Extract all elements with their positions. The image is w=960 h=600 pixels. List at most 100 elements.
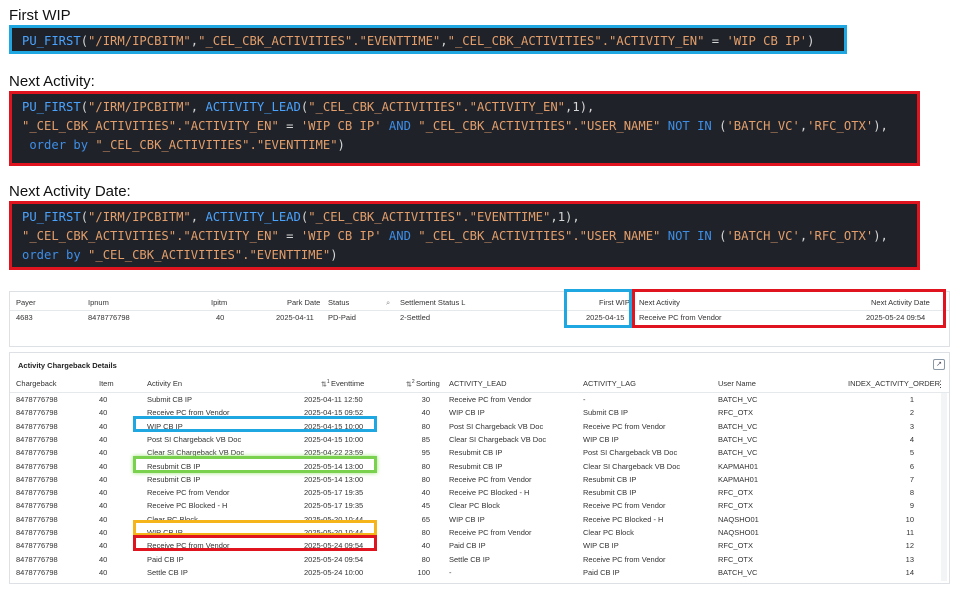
code-token: ), <box>873 119 888 133</box>
table-row[interactable]: 8478776798 40 Receive PC from Vendor 2025-0… <box>10 487 940 500</box>
table-cell: Receive PC Blocked - H <box>147 501 228 511</box>
col-next-activity-date[interactable]: Next Activity Date <box>871 298 930 307</box>
table-cell: Settle CB IP <box>147 567 188 577</box>
table-row[interactable]: 8478776798 40 Receive PC from Vendor 2025-0… <box>10 540 940 553</box>
table-row[interactable]: 8478776798 40 Receive PC from Vendor 2025-0… <box>10 407 940 420</box>
table-cell: 95 <box>421 448 430 458</box>
table-row[interactable]: 8478776798 40 Submit CB IP 2025-04-11 12:50… <box>10 394 940 407</box>
table-cell: KAPMAH01 <box>718 461 759 471</box>
code-token: "_CEL_CBK_ACTIVITIES"."ACTIVITY_EN" <box>447 34 705 48</box>
col-status[interactable]: Status <box>328 298 349 307</box>
cell-next-activity: Receive PC from Vendor <box>639 313 722 322</box>
table-row[interactable]: 8478776798 40 Resubmit CB IP 2025-05-14 13:… <box>10 474 940 487</box>
table-row[interactable]: 8478776798 40 Receive PC Blocked - H 2025-0… <box>10 500 940 513</box>
table-cell: Resubmit CB IP <box>583 474 637 484</box>
sort-icon[interactable]: ⇅2 <box>406 379 415 389</box>
expand-icon[interactable]: ↗ <box>933 359 945 370</box>
table-row[interactable]: 8478776798 40 Post SI Chargeback VB Doc 202… <box>10 434 940 447</box>
table-cell: NAQSHO01 <box>718 528 759 537</box>
search-icon[interactable]: ⌕ <box>386 298 390 308</box>
table-cell: Receive PC from Vendor <box>449 395 532 404</box>
table-cell: WIP CB IP <box>449 514 485 524</box>
table-cell: 45 <box>421 501 430 511</box>
code-token: 'RFC_OTX' <box>807 229 874 243</box>
col-activity-en[interactable]: Activity En <box>147 379 182 388</box>
table-row[interactable]: 8478776798 40 Settle CB IP 2025-05-24 10:00… <box>10 567 940 580</box>
table-cell: BATCH_VC <box>718 395 758 404</box>
table-cell: Clear SI Chargeback VB Doc <box>449 434 547 444</box>
code-first-wip: PU_FIRST("/IRM/IPCBITM","_CEL_CBK_ACTIVI… <box>9 25 847 54</box>
col-chargeback[interactable]: Chargeback <box>16 379 56 388</box>
table-cell: 40 <box>99 554 108 564</box>
cell-ipitm: 40 <box>216 313 225 322</box>
col-park-date[interactable]: Park Date <box>287 298 320 307</box>
table-cell: WIP CB IP <box>147 421 183 431</box>
col-ipitm[interactable]: Ipitm <box>211 298 227 307</box>
table-cell: Resubmit CB IP <box>147 461 201 471</box>
code-line: "_CEL_CBK_ACTIVITIES"."ACTIVITY_EN" = 'W… <box>22 117 907 136</box>
table-cell: 10 <box>905 514 914 524</box>
more-options-icon[interactable]: ⋮ <box>936 379 945 390</box>
table-cell: 2 <box>909 408 914 418</box>
table-cell: Paid CB IP <box>583 567 620 577</box>
table-cell: 14 <box>905 567 914 577</box>
code-token: , <box>190 210 206 224</box>
col-next-activity[interactable]: Next Activity <box>639 298 680 307</box>
col-first-wip[interactable]: First WIP <box>599 298 630 307</box>
col-index-activity-order[interactable]: INDEX_ACTIVITY_ORDER <box>848 379 940 388</box>
col-item[interactable]: Item <box>99 379 114 388</box>
col-eventtime[interactable]: Eventtime <box>331 379 364 388</box>
code-token: ACTIVITY_LEAD <box>205 210 301 224</box>
code-token: ( <box>711 229 727 243</box>
code-token: 'RFC_OTX' <box>807 119 874 133</box>
table-cell: RFC_OTX <box>718 408 754 418</box>
table-cell: 2025-04-15 10:00 <box>304 434 364 444</box>
code-token: , <box>440 34 448 48</box>
table-cell: 40 <box>99 421 108 431</box>
col-sorting[interactable]: Sorting <box>416 379 440 388</box>
table-cell: 3 <box>909 421 914 431</box>
scrollbar[interactable] <box>941 393 947 581</box>
table-row[interactable]: 8478776798 40 WIP CB IP 2025-05-20 10:44 80 R… <box>10 527 940 540</box>
table-cell: 80 <box>421 528 430 537</box>
table-cell: Post SI Chargeback VB Doc <box>449 421 544 431</box>
table-cell: BATCH_VC <box>718 448 758 458</box>
col-activity-lead[interactable]: ACTIVITY_LEAD <box>449 379 507 388</box>
table-cell: 8478776798 <box>16 488 58 498</box>
col-activity-lag[interactable]: ACTIVITY_LAG <box>583 379 636 388</box>
divider <box>10 392 949 393</box>
sort-icon[interactable]: ⇅1 <box>321 379 330 389</box>
table-cell: RFC_OTX <box>718 554 754 564</box>
code-token: 1 <box>572 100 580 114</box>
code-line: order by "_CEL_CBK_ACTIVITIES"."EVENTTIM… <box>22 246 907 265</box>
col-payer[interactable]: Payer <box>16 298 36 307</box>
code-token: "_CEL_CBK_ACTIVITIES"."USER_NAME" <box>418 119 661 133</box>
table-cell: RFC_OTX <box>718 488 754 498</box>
col-ipnum[interactable]: Ipnum <box>88 298 109 307</box>
code-token: "_CEL_CBK_ACTIVITIES"."EVENTTIME" <box>308 210 551 224</box>
code-token: "_CEL_CBK_ACTIVITIES"."ACTIVITY_EN" <box>22 119 279 133</box>
table-cell: Paid CB IP <box>449 541 486 551</box>
table-row[interactable]: 8478776798 40 Clear SI Chargeback VB Doc 20… <box>10 447 940 460</box>
cell-next-activity-date: 2025-05-24 09:54 <box>866 313 926 322</box>
cell-settlement-status: 2-Settled <box>400 313 431 322</box>
table-cell: KAPMAH01 <box>718 474 759 484</box>
code-token: ( <box>80 100 89 114</box>
table-cell: 6 <box>909 461 914 471</box>
table-row[interactable]: 8478776798 40 Resubmit CB IP 2025-05-14 13:… <box>10 461 940 474</box>
table-row[interactable]: 8478776798 40 WIP CB IP 2025-04-15 10:00 80 P… <box>10 421 940 434</box>
col-settlement-status[interactable]: Settlement Status L <box>400 298 465 307</box>
table-row[interactable]: 8478776798 40 Clear PC Block 2025-05-20 10:… <box>10 514 940 527</box>
table-cell: 40 <box>99 514 108 524</box>
table-cell: Submit CB IP <box>147 395 193 404</box>
details-title: Activity Chargeback Details <box>18 361 117 370</box>
table-row[interactable]: 8478776798 40 Paid CB IP 2025-05-24 09:54 80… <box>10 554 940 567</box>
code-token: AND <box>388 119 411 133</box>
code-token: 1 <box>557 210 566 224</box>
table-cell: 80 <box>421 421 430 431</box>
col-user-name[interactable]: User Name <box>718 379 756 388</box>
table-cell: - <box>583 395 586 404</box>
